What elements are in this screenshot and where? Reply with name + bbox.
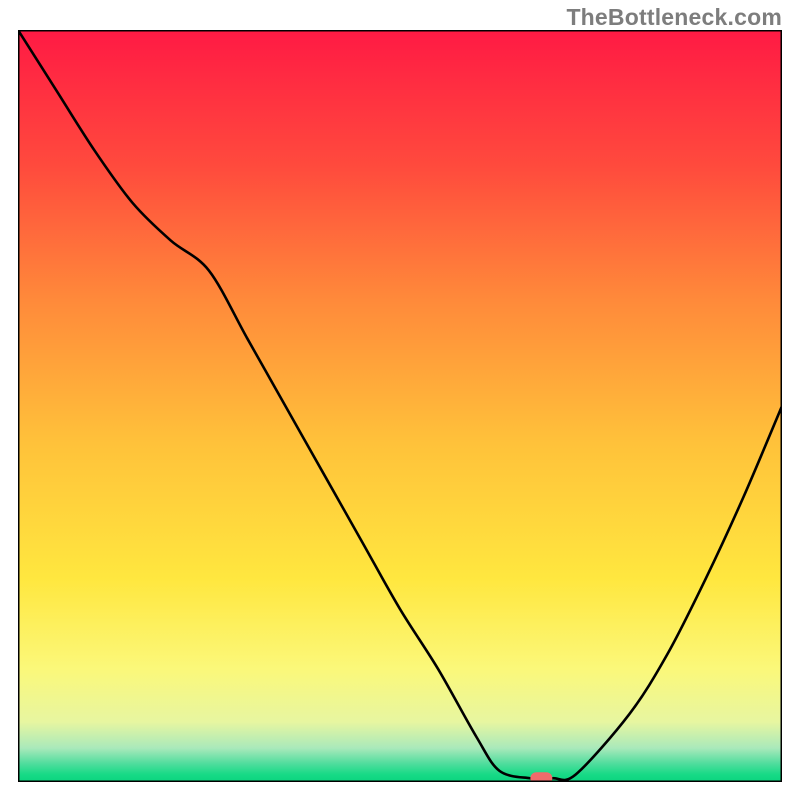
gradient-background	[18, 30, 782, 782]
chart-plot	[18, 30, 782, 782]
attribution-label: TheBottleneck.com	[566, 4, 782, 31]
chart-container: TheBottleneck.com	[0, 0, 800, 800]
chart-svg	[18, 30, 782, 782]
